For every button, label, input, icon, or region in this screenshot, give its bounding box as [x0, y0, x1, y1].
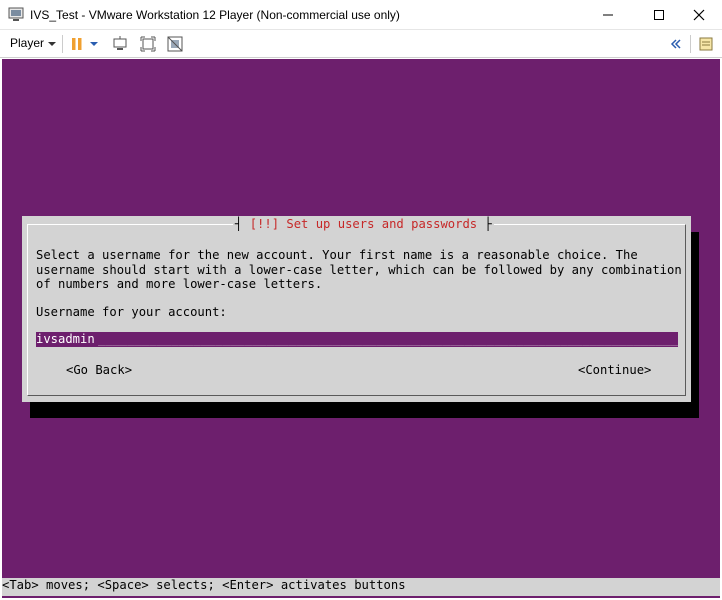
collapse-icon: [670, 39, 681, 49]
username-value: ivsadmin: [36, 332, 95, 346]
setup-users-dialog: ┤ [!!] Set up users and passwords ├ Sele…: [22, 216, 691, 402]
player-menu-label: Player: [10, 36, 45, 50]
unity-icon: [167, 36, 183, 52]
fit-guest-icon: [140, 36, 156, 52]
unity-button[interactable]: [166, 35, 184, 53]
dropdown-icon: [90, 42, 98, 46]
continue-button[interactable]: <Continue>: [578, 363, 651, 378]
toolbar-divider: [62, 35, 63, 53]
toolbar-divider: [690, 35, 691, 53]
collapse-toolbar-button[interactable]: [667, 35, 685, 53]
key-help-line: <Tab> moves; <Space> selects; <Enter> ac…: [2, 578, 720, 596]
vmware-app-icon: [8, 7, 24, 21]
window-title-bar: IVS_Test - VMware Workstation 12 Player …: [0, 0, 722, 30]
dialog-description: Select a username for the new account. Y…: [36, 248, 682, 291]
close-button[interactable]: [676, 0, 722, 30]
go-back-button[interactable]: <Go Back>: [66, 363, 132, 378]
player-menu-button[interactable]: Player: [10, 36, 57, 50]
vm-console-screen[interactable]: ┤ [!!] Set up users and passwords ├ Sele…: [2, 59, 720, 598]
username-prompt: Username for your account:: [36, 305, 227, 319]
message-log-button[interactable]: [697, 35, 715, 53]
pause-icon: [72, 38, 82, 50]
power-options-dropdown[interactable]: [88, 35, 100, 53]
close-icon: [693, 9, 705, 21]
fit-guest-button[interactable]: [139, 35, 157, 53]
minimize-icon: [603, 14, 613, 16]
window-title: IVS_Test - VMware Workstation 12 Player …: [30, 8, 400, 22]
notes-icon: [699, 37, 713, 51]
send-ctrl-alt-del-button[interactable]: [111, 35, 129, 53]
chevron-down-icon: [48, 41, 57, 46]
username-input[interactable]: ivsadmin _______________________________…: [36, 332, 678, 347]
dialog-title: ┤ [!!] Set up users and passwords ├: [233, 217, 494, 232]
player-toolbar: Player: [0, 30, 722, 58]
pause-button[interactable]: [68, 35, 86, 53]
send-ctrl-alt-del-icon: [113, 36, 127, 50]
maximize-icon: [654, 10, 664, 20]
input-fill: ________________________________________…: [98, 332, 678, 346]
minimize-button[interactable]: [585, 0, 631, 30]
